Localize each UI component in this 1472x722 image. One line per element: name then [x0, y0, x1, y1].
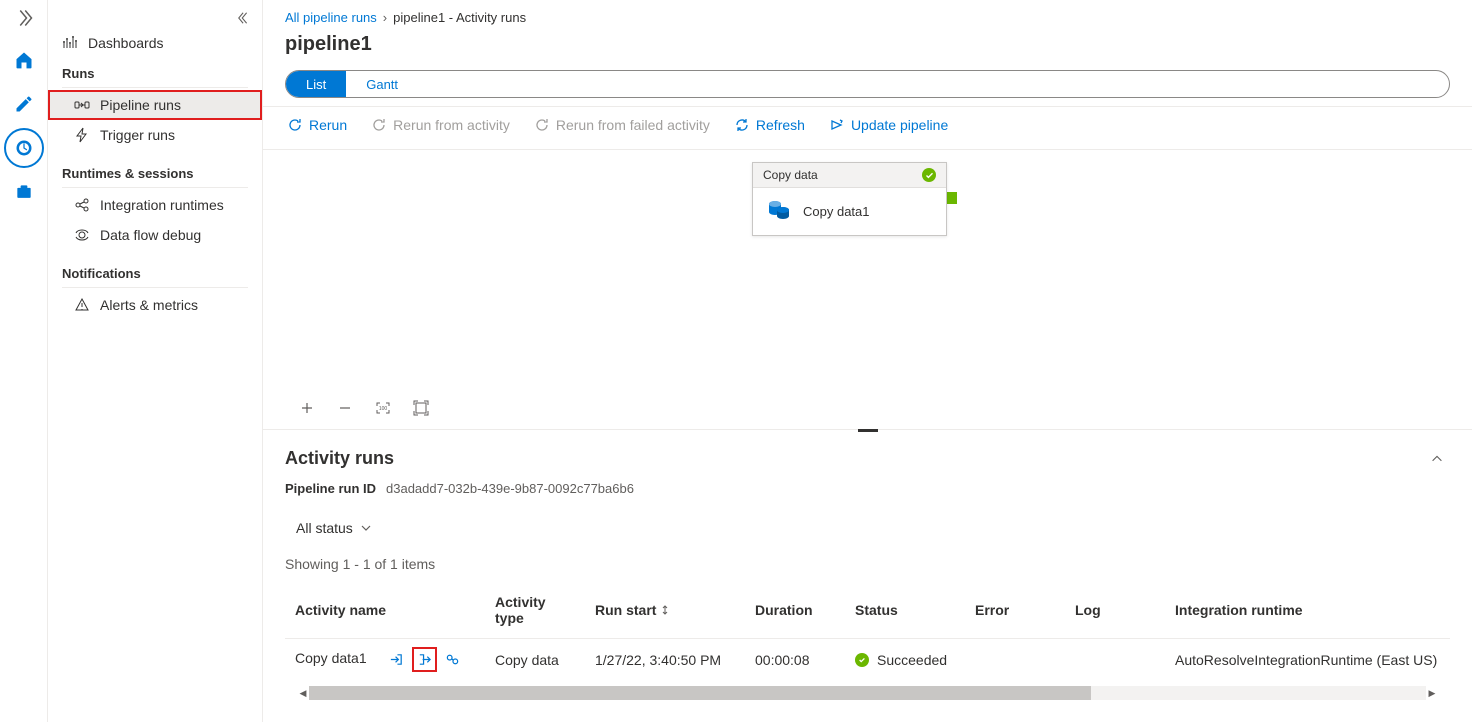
rail-manage[interactable]: [6, 174, 42, 210]
sidebar-section-notifications: Notifications: [48, 258, 262, 285]
sidebar-pipeline-runs[interactable]: Pipeline runs: [48, 90, 262, 120]
sidebar-alerts-metrics-label: Alerts & metrics: [100, 297, 198, 313]
view-toggle-list[interactable]: List: [286, 71, 346, 97]
cell-activity-name: Copy data1: [285, 639, 485, 681]
activity-name-text: Copy data1: [295, 650, 367, 666]
col-error[interactable]: Error: [965, 586, 1065, 639]
sidebar-alerts-metrics[interactable]: Alerts & metrics: [48, 290, 262, 320]
activity-heading: Activity runs: [285, 448, 1450, 469]
sidebar-section-runs: Runs: [48, 58, 262, 85]
canvas-node-copy-data[interactable]: Copy data Copy data1: [752, 162, 947, 236]
cell-duration: 00:00:08: [745, 639, 845, 681]
success-status-icon: [855, 653, 869, 667]
rerun-button[interactable]: Rerun: [285, 113, 349, 137]
rail-author[interactable]: [6, 86, 42, 122]
col-duration[interactable]: Duration: [745, 586, 845, 639]
rerun-from-failed-label: Rerun from failed activity: [556, 117, 710, 133]
cell-log: [1065, 639, 1165, 681]
cell-activity-type: Copy data: [485, 639, 585, 681]
sidebar-dashboards-label: Dashboards: [88, 35, 164, 51]
scroll-right-button[interactable]: ▶: [1426, 686, 1438, 700]
status-filter-dropdown[interactable]: All status: [285, 514, 382, 542]
page-title: pipeline1: [263, 33, 1472, 70]
update-pipeline-button[interactable]: Update pipeline: [827, 113, 950, 137]
rerun-from-failed-button: Rerun from failed activity: [532, 113, 712, 137]
sidebar-pipeline-runs-label: Pipeline runs: [100, 97, 181, 113]
collapse-activity-button[interactable]: [1430, 452, 1444, 469]
sidebar-section-runtimes: Runtimes & sessions: [48, 158, 262, 185]
breadcrumb-current: pipeline1 - Activity runs: [393, 10, 526, 25]
refresh-label: Refresh: [756, 117, 805, 133]
refresh-button[interactable]: Refresh: [732, 113, 807, 137]
update-pipeline-label: Update pipeline: [851, 117, 948, 133]
sidebar-integration-runtimes-label: Integration runtimes: [100, 197, 224, 213]
view-toggle: List Gantt: [285, 70, 1450, 98]
rerun-from-activity-button: Rerun from activity: [369, 113, 512, 137]
scrollbar-thumb[interactable]: [309, 686, 1091, 700]
success-icon: [922, 168, 936, 182]
zoom-in-button[interactable]: [299, 400, 315, 419]
col-run-start[interactable]: Run start: [585, 586, 745, 639]
svg-text:100: 100: [379, 406, 388, 412]
sidebar-dataflow-debug-label: Data flow debug: [100, 227, 201, 243]
node-name-label: Copy data1: [803, 204, 870, 219]
rail-home[interactable]: [6, 42, 42, 78]
status-filter-label: All status: [296, 520, 353, 536]
col-activity-type[interactable]: Activity type: [485, 586, 585, 639]
fullscreen-button[interactable]: [413, 400, 429, 419]
sidebar-trigger-runs-label: Trigger runs: [100, 127, 175, 143]
canvas-tools: 100: [263, 390, 1472, 429]
sidebar-integration-runtimes[interactable]: Integration runtimes: [48, 190, 262, 220]
run-id-label: Pipeline run ID: [285, 481, 376, 496]
expand-rail-button[interactable]: [6, 6, 42, 30]
cell-status: Succeeded: [845, 639, 965, 681]
output-icon[interactable]: [414, 649, 435, 670]
database-icon: [767, 198, 791, 225]
run-id-value: d3adadd7-032b-439e-9b87-0092c77ba6b6: [386, 481, 634, 496]
cell-error: [965, 639, 1065, 681]
rerun-from-activity-label: Rerun from activity: [393, 117, 510, 133]
breadcrumb: All pipeline runs › pipeline1 - Activity…: [263, 0, 1472, 33]
cell-integration-runtime: AutoResolveIntegrationRuntime (East US): [1165, 639, 1450, 681]
table-row[interactable]: Copy data1: [285, 639, 1450, 681]
col-run-start-label: Run start: [595, 602, 656, 618]
col-activity-name[interactable]: Activity name: [285, 586, 485, 639]
zoom-fit-button[interactable]: 100: [375, 400, 391, 419]
view-toggle-gantt[interactable]: Gantt: [346, 71, 418, 97]
toolbar: Rerun Rerun from activity Rerun from fai…: [263, 106, 1472, 150]
sort-icon: [660, 604, 672, 616]
run-id-line: Pipeline run ID d3adadd7-032b-439e-9b87-…: [285, 481, 1450, 496]
main-content: All pipeline runs › pipeline1 - Activity…: [263, 0, 1472, 722]
details-icon[interactable]: [445, 652, 460, 667]
breadcrumb-root[interactable]: All pipeline runs: [285, 10, 377, 25]
scroll-left-button[interactable]: ◀: [297, 686, 309, 700]
icon-rail: [0, 0, 48, 722]
col-integration-runtime[interactable]: Integration runtime: [1165, 586, 1450, 639]
col-log[interactable]: Log: [1065, 586, 1165, 639]
input-icon[interactable]: [389, 652, 404, 667]
pipeline-canvas[interactable]: Copy data Copy data1 100: [263, 150, 1472, 430]
canvas-status-marker: [947, 192, 957, 204]
sidebar-dashboards[interactable]: Dashboards: [48, 28, 262, 58]
breadcrumb-separator: ›: [383, 10, 387, 25]
activity-runs-panel: Activity runs Pipeline run ID d3adadd7-0…: [263, 430, 1472, 722]
horizontal-scrollbar[interactable]: ◀ ▶: [309, 686, 1426, 700]
sidebar-dataflow-debug[interactable]: Data flow debug: [48, 220, 262, 250]
count-line: Showing 1 - 1 of 1 items: [285, 556, 1450, 572]
node-type-label: Copy data: [763, 168, 818, 182]
status-text: Succeeded: [877, 652, 947, 668]
sidebar-trigger-runs[interactable]: Trigger runs: [48, 120, 262, 150]
collapse-sidebar-button[interactable]: [232, 6, 256, 30]
node-body: Copy data1: [753, 188, 946, 235]
sidebar: Dashboards Runs Pipeline runs Trigger ru…: [48, 0, 263, 722]
cell-run-start: 1/27/22, 3:40:50 PM: [585, 639, 745, 681]
activity-table: Activity name Activity type Run start Du…: [285, 586, 1450, 680]
col-status[interactable]: Status: [845, 586, 965, 639]
node-header: Copy data: [753, 163, 946, 188]
rerun-label: Rerun: [309, 117, 347, 133]
zoom-out-button[interactable]: [337, 400, 353, 419]
rail-monitor[interactable]: [6, 130, 42, 166]
